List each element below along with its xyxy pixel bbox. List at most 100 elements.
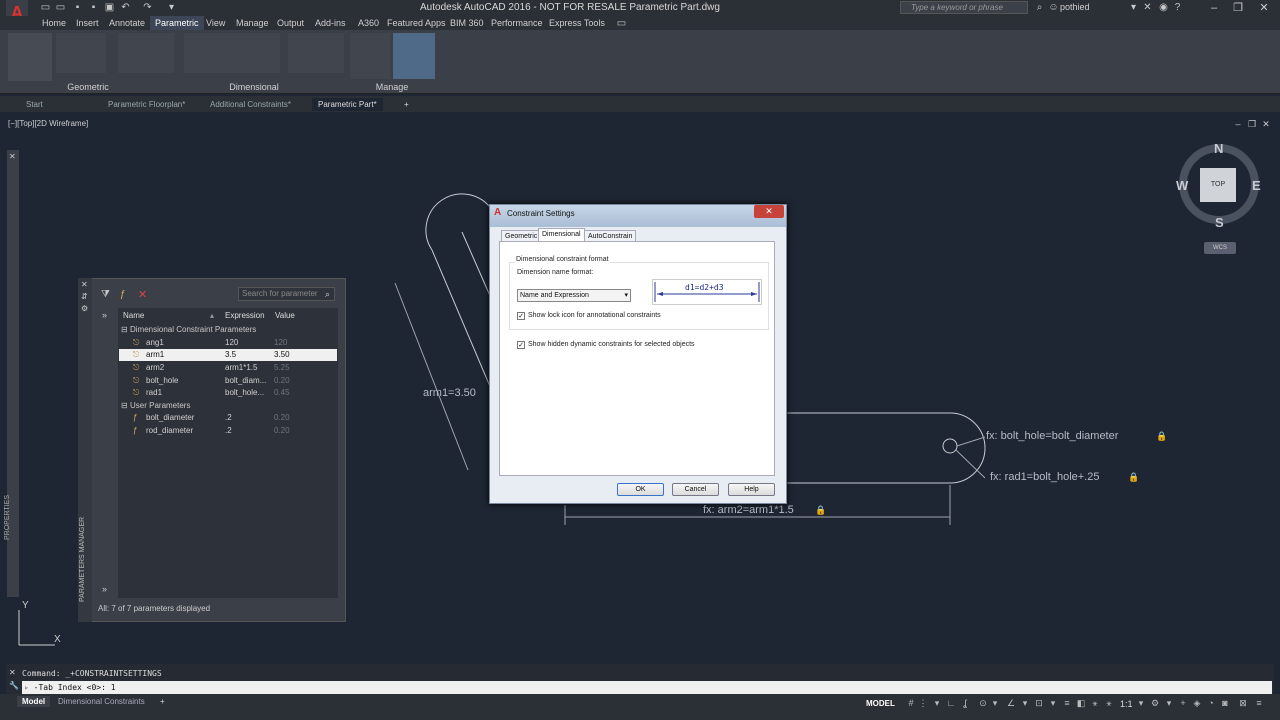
customization-icon[interactable]: ⊠	[1238, 698, 1248, 708]
bolt-hole-constraint-label[interactable]: fx: bolt_hole=bolt_diameter	[986, 430, 1118, 442]
create-group-icon[interactable]: ⧩	[101, 289, 110, 300]
table-row[interactable]: ⎋ rad1 bolt_hole... 0.45	[119, 387, 337, 399]
hidden-constraints-checkbox[interactable]: ✓	[517, 341, 525, 349]
delete-parameter-icon[interactable]: ✕	[138, 288, 147, 301]
group-label: Dimensional constraint format	[515, 256, 610, 263]
lock-icon: 🔒	[1156, 431, 1168, 441]
arm2-body	[787, 412, 986, 484]
clean-screen-icon[interactable]: ◙	[1220, 698, 1230, 708]
column-header-expression[interactable]: Expression	[225, 309, 265, 322]
bolt-hole-leader	[956, 436, 986, 447]
viewcube-top-face[interactable]: TOP	[1200, 168, 1236, 202]
collapse-icon[interactable]: ⊟	[121, 324, 128, 336]
arm1-constraint-label[interactable]: arm1=3.50	[423, 387, 476, 399]
group-label: User Parameters	[130, 401, 191, 410]
dialog-title: Constraint Settings	[507, 209, 575, 218]
collapse-filter-icon[interactable]: »	[102, 584, 107, 594]
dropdown-icon[interactable]: ▾	[932, 698, 942, 708]
cancel-button[interactable]: Cancel	[672, 483, 719, 496]
table-row[interactable]: ⎋ bolt_hole bolt_diam... 0.20	[119, 375, 337, 387]
properties-palette-label[interactable]: PROPERTIES	[4, 495, 11, 540]
snap-icon[interactable]: ⋮	[918, 698, 928, 708]
param-name: ang1	[146, 338, 164, 347]
dialog-tab-dimensional[interactable]: Dimensional	[538, 228, 585, 242]
column-header-value[interactable]: Value	[275, 309, 295, 322]
model-space-button[interactable]: MODEL	[866, 699, 895, 708]
lock-icon-checkbox-label[interactable]: Show lock icon for annotational constrai…	[528, 312, 661, 319]
param-expression[interactable]: 3.5	[225, 349, 236, 361]
param-expression[interactable]: bolt_hole...	[225, 387, 264, 399]
compass-south[interactable]: S	[1215, 215, 1224, 230]
hidden-constraints-checkbox-label[interactable]: Show hidden dynamic constraints for sele…	[528, 341, 695, 348]
column-header-name[interactable]: Name	[123, 309, 144, 322]
transparency-icon[interactable]: ◧	[1076, 698, 1086, 708]
compass-west[interactable]: W	[1176, 178, 1188, 193]
table-row[interactable]: ⎋ ang1 120 120	[119, 337, 337, 349]
collapse-icon[interactable]: ⊟	[121, 400, 128, 412]
layout-tab-dimensional-constraints[interactable]: Dimensional Constraints	[53, 696, 150, 707]
pm-properties-icon[interactable]: ⚙	[81, 304, 88, 313]
param-expression[interactable]: .2	[225, 425, 232, 437]
hardware-acceleration-icon[interactable]: ◔	[1206, 698, 1216, 708]
auto-scale-icon[interactable]: ⚹	[1104, 698, 1114, 708]
command-input[interactable]: ▹ -Tab Index <0>: 1	[22, 681, 1272, 694]
compass-east[interactable]: E	[1252, 178, 1261, 193]
pm-close-icon[interactable]: ✕	[81, 280, 88, 289]
pm-autohide-icon[interactable]: ⇵	[81, 292, 88, 301]
param-value: 0.20	[274, 413, 290, 422]
grid-icon[interactable]: #	[906, 698, 916, 708]
search-icon[interactable]: ⌕	[325, 289, 330, 300]
dropdown-icon[interactable]: ▾	[1136, 698, 1146, 708]
param-name: arm2	[146, 363, 165, 372]
annotation-scale-button[interactable]: 1:1	[1120, 699, 1133, 709]
expand-filter-icon[interactable]: »	[102, 310, 107, 320]
arm1-dimension-line	[394, 282, 469, 471]
table-row-selected[interactable]: ⎋ arm1 3.5 3.50	[119, 349, 337, 361]
arm2-constraint-label[interactable]: fx: arm2=arm1*1.5	[703, 504, 794, 516]
param-expression[interactable]: arm1*1.5	[225, 362, 257, 374]
name-format-select[interactable]: Name and Expression ▾	[517, 289, 631, 302]
polar-icon[interactable]: ʆ	[960, 698, 970, 708]
dimensional-parameter-icon: ⎋	[133, 338, 140, 347]
table-row[interactable]: ƒ bolt_diameter .2 0.20	[119, 412, 337, 424]
table-row[interactable]: ⎋ arm2 arm1*1.5 5.25	[119, 362, 337, 374]
dropdown-icon[interactable]: ▾	[990, 698, 1000, 708]
rad1-constraint-label[interactable]: fx: rad1=bolt_hole+.25	[990, 471, 1099, 483]
compass-north[interactable]: N	[1214, 141, 1223, 156]
param-expression[interactable]: bolt_diam...	[225, 375, 266, 387]
object-snap-icon[interactable]: ⊡	[1034, 698, 1044, 708]
command-customize-icon[interactable]: 🔧	[9, 681, 19, 690]
object-snap-tracking-icon[interactable]: ∠	[1006, 698, 1016, 708]
layout-tab-model[interactable]: Model	[17, 696, 51, 707]
group-row-user[interactable]: ⊟ User Parameters	[119, 400, 337, 412]
dropdown-icon[interactable]: ▾	[1164, 698, 1174, 708]
param-expression[interactable]: 120	[225, 337, 238, 349]
menu-icon[interactable]: ≡	[1254, 698, 1264, 708]
new-user-parameter-icon[interactable]: ƒ	[120, 289, 126, 300]
param-value: 0.45	[274, 388, 290, 397]
lineweight-icon[interactable]: ≡	[1062, 698, 1072, 708]
isodraft-icon[interactable]: ⊙	[978, 698, 988, 708]
annotation-visibility-icon[interactable]: ⚹	[1090, 698, 1100, 708]
properties-close-icon[interactable]: ✕	[9, 152, 16, 161]
format-preview: d1=d2+d3	[652, 279, 762, 305]
ortho-icon[interactable]: ∟	[946, 698, 956, 708]
isolate-objects-icon[interactable]: ◈	[1192, 698, 1202, 708]
group-row-dimensional[interactable]: ⊟ Dimensional Constraint Parameters	[119, 324, 337, 336]
lock-icon-checkbox[interactable]: ✓	[517, 312, 525, 320]
help-button[interactable]: Help	[728, 483, 775, 496]
plus-icon[interactable]: +	[1178, 698, 1188, 708]
ok-button[interactable]: OK	[617, 483, 664, 496]
parameter-search-input[interactable]: Search for parameter	[238, 287, 335, 301]
wcs-menu[interactable]: WCS	[1204, 242, 1236, 254]
dropdown-icon[interactable]: ▾	[1048, 698, 1058, 708]
new-layout-icon[interactable]: +	[155, 696, 170, 707]
param-name: bolt_hole	[146, 376, 179, 385]
gear-icon[interactable]: ⚙	[1150, 698, 1160, 708]
dialog-close-button[interactable]: ✕	[754, 205, 784, 218]
command-close-icon[interactable]: ✕	[9, 668, 16, 677]
param-name: rad1	[146, 388, 163, 397]
table-row[interactable]: ƒ rod_diameter .2 0.20	[119, 425, 337, 437]
dropdown-icon[interactable]: ▾	[1020, 698, 1030, 708]
param-expression[interactable]: .2	[225, 412, 232, 424]
